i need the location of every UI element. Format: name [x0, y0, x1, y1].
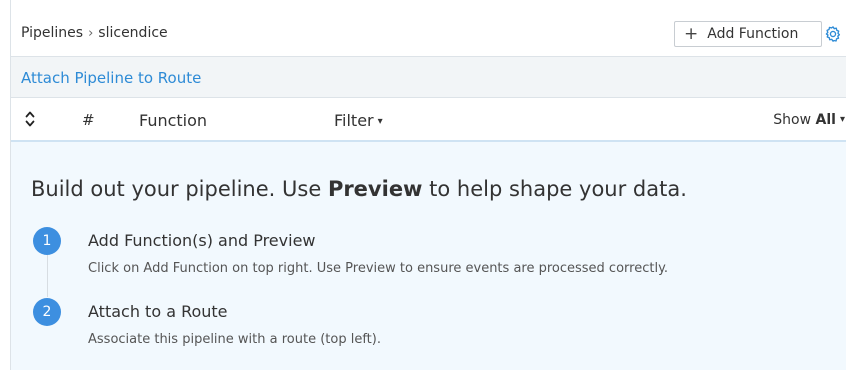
breadcrumb-pipelines-link[interactable]: Pipelines: [21, 25, 83, 41]
gear-icon[interactable]: [824, 25, 842, 43]
step-title: Add Function(s) and Preview: [88, 231, 316, 250]
empty-state: Build out your pipeline. Use Preview to …: [11, 142, 846, 370]
column-number: #: [82, 111, 95, 129]
step-number-badge: 1: [33, 227, 61, 255]
step-description: Associate this pipeline with a route (to…: [88, 332, 381, 347]
headline-preview: Preview: [327, 177, 423, 201]
show-all-dropdown[interactable]: Show All ▾: [773, 112, 845, 128]
filter-label: Filter: [334, 111, 374, 130]
breadcrumb: Pipelines › slicendice: [21, 25, 168, 41]
pipeline-panel: Pipelines › slicendice + Add Function Atta…: [10, 0, 846, 370]
pipeline-header: Pipelines › slicendice + Add Function: [11, 0, 846, 57]
add-function-button[interactable]: + Add Function: [674, 21, 822, 47]
chevron-down-icon: ▾: [377, 116, 383, 127]
plus-icon: +: [684, 23, 699, 44]
attach-row: Attach Pipeline to Route: [11, 57, 846, 98]
step-description: Click on Add Function on top right. Use …: [88, 261, 669, 276]
empty-state-headline: Build out your pipeline. Use Preview to …: [31, 177, 687, 201]
function-table-header: # Function Filter ▾ Show All ▾: [11, 98, 846, 142]
steps-connector: [47, 255, 48, 297]
chevron-down-icon: ▾: [839, 114, 845, 125]
attach-pipeline-link[interactable]: Attach Pipeline to Route: [21, 69, 201, 87]
headline-text-end: to help shape your data.: [422, 177, 687, 201]
step-title: Attach to a Route: [88, 302, 228, 321]
add-function-label: Add Function: [707, 26, 799, 42]
breadcrumb-current: slicendice: [98, 25, 168, 41]
sort-icon[interactable]: [25, 109, 35, 129]
step-number-badge: 2: [33, 298, 61, 326]
show-value: All: [815, 112, 836, 128]
headline-text: Build out your pipeline. Use: [31, 177, 328, 201]
filter-dropdown[interactable]: Filter ▾: [334, 111, 383, 130]
breadcrumb-separator: ›: [88, 26, 94, 41]
show-prefix: Show: [773, 112, 812, 128]
column-function: Function: [139, 111, 208, 130]
